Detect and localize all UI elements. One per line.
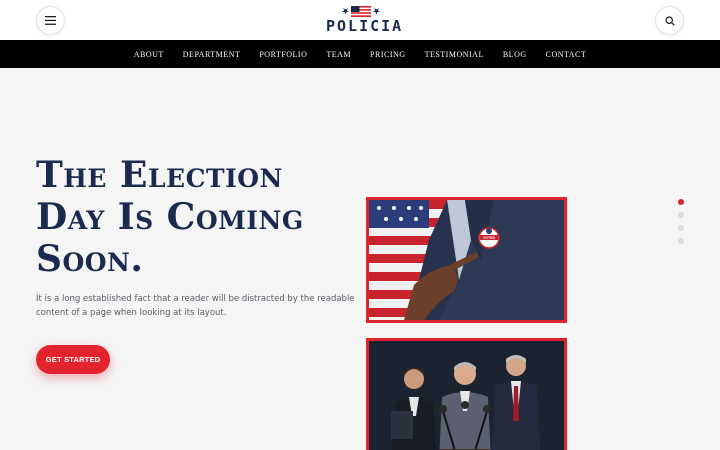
nav-blog[interactable]: BLOG <box>503 50 527 59</box>
slide-dot-1[interactable] <box>678 199 684 205</box>
site-logo[interactable]: POLICIA <box>326 6 404 36</box>
nav-portfolio[interactable]: PORTFOLIO <box>259 50 307 59</box>
voter-badge-image: VOTED <box>366 197 567 323</box>
nav-department[interactable]: DEPARTMENT <box>183 50 241 59</box>
logo-text: POLICIA <box>326 17 404 35</box>
slide-dot-2[interactable] <box>678 212 684 218</box>
hero-description: It is a long established fact that a rea… <box>36 294 355 318</box>
get-started-button[interactable]: GET STARTED <box>36 345 110 374</box>
slide-dot-4[interactable] <box>678 238 684 244</box>
slider-pagination <box>678 199 684 251</box>
search-icon <box>664 15 675 26</box>
menu-button[interactable] <box>36 6 65 35</box>
hero-title: The Election Day Is Coming Soon. <box>36 154 336 280</box>
nav-testimonial[interactable]: TESTIMONIAL <box>425 50 484 59</box>
politicians-podium-image <box>366 338 567 450</box>
flag-logo-icon <box>342 6 380 17</box>
hero-title-line-3: Soon. <box>36 238 144 280</box>
nav-contact[interactable]: CONTACT <box>546 50 587 59</box>
slide-dot-3[interactable] <box>678 225 684 231</box>
nav-pricing[interactable]: PRICING <box>370 50 406 59</box>
main-navigation: ABOUT DEPARTMENT PORTFOLIO TEAM PRICING … <box>0 40 720 68</box>
voted-badge-text: VOTED <box>483 236 496 240</box>
hero-title-line-2: Day Is Coming <box>36 196 304 238</box>
hero-title-line-1: The Election <box>36 154 283 196</box>
site-header: POLICIA <box>0 0 720 40</box>
hamburger-menu-icon <box>45 16 56 25</box>
nav-about[interactable]: ABOUT <box>134 50 164 59</box>
nav-team[interactable]: TEAM <box>326 50 351 59</box>
search-button[interactable] <box>655 6 684 35</box>
